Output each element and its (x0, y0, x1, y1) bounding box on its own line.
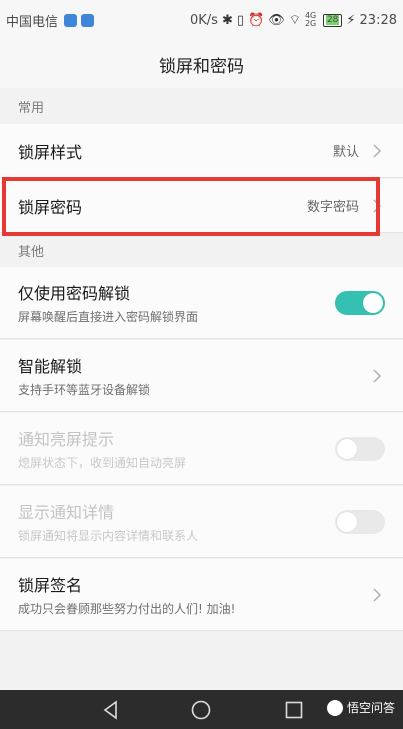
row-title: 显示通知详情 (18, 503, 115, 522)
toggle-knob (337, 511, 357, 532)
app-notification-icon (64, 13, 78, 27)
row-subtitle: 熄屏状态下，收到通知自动亮屏 (18, 456, 187, 470)
row-title: 锁屏签名 (18, 576, 83, 595)
notification-details-toggle (335, 509, 385, 534)
vibrate-icon: ▯ (236, 12, 244, 28)
wukong-logo-icon (326, 699, 343, 716)
row-title: 锁屏样式 (18, 142, 83, 162)
row-subtitle: 成功只会眷顾那些努力付出的人们! 加油! (18, 602, 236, 616)
charging-icon: ⚡ (346, 12, 356, 28)
row-subtitle: 锁屏通知将显示内容详情和联系人 (18, 529, 199, 543)
highlight-annotation-box (2, 177, 380, 236)
section-header-other: 其他 (0, 234, 403, 266)
status-time: 23:28 (359, 12, 397, 28)
battery-icon: 28 (322, 13, 343, 27)
section-label: 常用 (18, 100, 45, 116)
image-notification-icon (81, 13, 95, 27)
row-smart-unlock[interactable]: 智能解锁 支持手环等蓝牙设备解锁 (0, 340, 403, 412)
chevron-right-icon (373, 368, 382, 383)
back-icon[interactable] (100, 699, 122, 721)
row-title: 智能解锁 (18, 357, 83, 376)
row-texts: 锁屏样式 (18, 139, 333, 163)
row-texts: 锁屏签名 成功只会眷顾那些努力付出的人们! 加油! (18, 572, 369, 617)
row-title: 通知亮屏提示 (18, 430, 115, 449)
chevron-right-icon (373, 587, 382, 602)
status-bar: 中国电信 0K/s ✱ ▯ ⏰ 👁 ⌔ 4G 2G 28 ⚡ 23:28 (0, 0, 403, 40)
row-password-unlock-only[interactable]: 仅使用密码解锁 屏幕唤醒后直接进入密码解锁界面 (0, 267, 403, 339)
row-texts: 仅使用密码解锁 屏幕唤醒后直接进入密码解锁界面 (18, 280, 335, 325)
chevron-right-icon (373, 143, 382, 158)
bluetooth-icon: ✱ (221, 12, 233, 28)
row-texts: 显示通知详情 锁屏通知将显示内容详情和联系人 (18, 499, 335, 544)
status-icons: 0K/s ✱ ▯ ⏰ 👁 ⌔ 4G 2G 28 ⚡ 23:28 (190, 12, 397, 28)
battery-level: 28 (325, 14, 340, 25)
alarm-icon: ⏰ (248, 12, 265, 28)
network-speed: 0K/s (189, 12, 218, 28)
row-subtitle: 支持手环等蓝牙设备解锁 (18, 383, 151, 397)
carrier-label: 中国电信 (6, 14, 59, 30)
home-icon[interactable] (190, 699, 212, 721)
recents-icon[interactable] (283, 699, 305, 721)
watermark-text: 悟空问答 (346, 701, 395, 715)
eye-comfort-icon: 👁 (268, 12, 285, 28)
wifi-icon: ⌔ (288, 12, 301, 28)
section-header-common: 常用 (0, 90, 403, 122)
row-texts: 通知亮屏提示 熄屏状态下，收到通知自动亮屏 (18, 426, 335, 471)
toggle-knob (337, 438, 357, 459)
row-show-notification-details: 显示通知详情 锁屏通知将显示内容详情和联系人 (0, 486, 403, 558)
navigation-bar: 悟空问答 (0, 690, 403, 729)
password-unlock-toggle[interactable] (335, 290, 385, 315)
row-notification-wake: 通知亮屏提示 熄屏状态下，收到通知自动亮屏 (0, 413, 403, 485)
app-bar: 锁屏和密码 (0, 40, 403, 88)
row-texts: 智能解锁 支持手环等蓝牙设备解锁 (18, 353, 369, 398)
row-subtitle: 屏幕唤醒后直接进入密码解锁界面 (18, 310, 199, 324)
row-value: 默认 (332, 145, 359, 160)
row-lock-signature[interactable]: 锁屏签名 成功只会眷顾那些努力付出的人们! 加油! (0, 559, 403, 631)
row-lock-style[interactable]: 锁屏样式 默认 (0, 124, 403, 178)
watermark: 悟空问答 (326, 699, 395, 716)
notification-wake-toggle (335, 436, 385, 461)
page-title: 锁屏和密码 (159, 56, 244, 77)
toggle-knob (363, 292, 383, 313)
section-label: 其他 (18, 244, 45, 260)
row-title: 仅使用密码解锁 (18, 284, 131, 303)
network-type: 4G 2G (304, 11, 317, 28)
